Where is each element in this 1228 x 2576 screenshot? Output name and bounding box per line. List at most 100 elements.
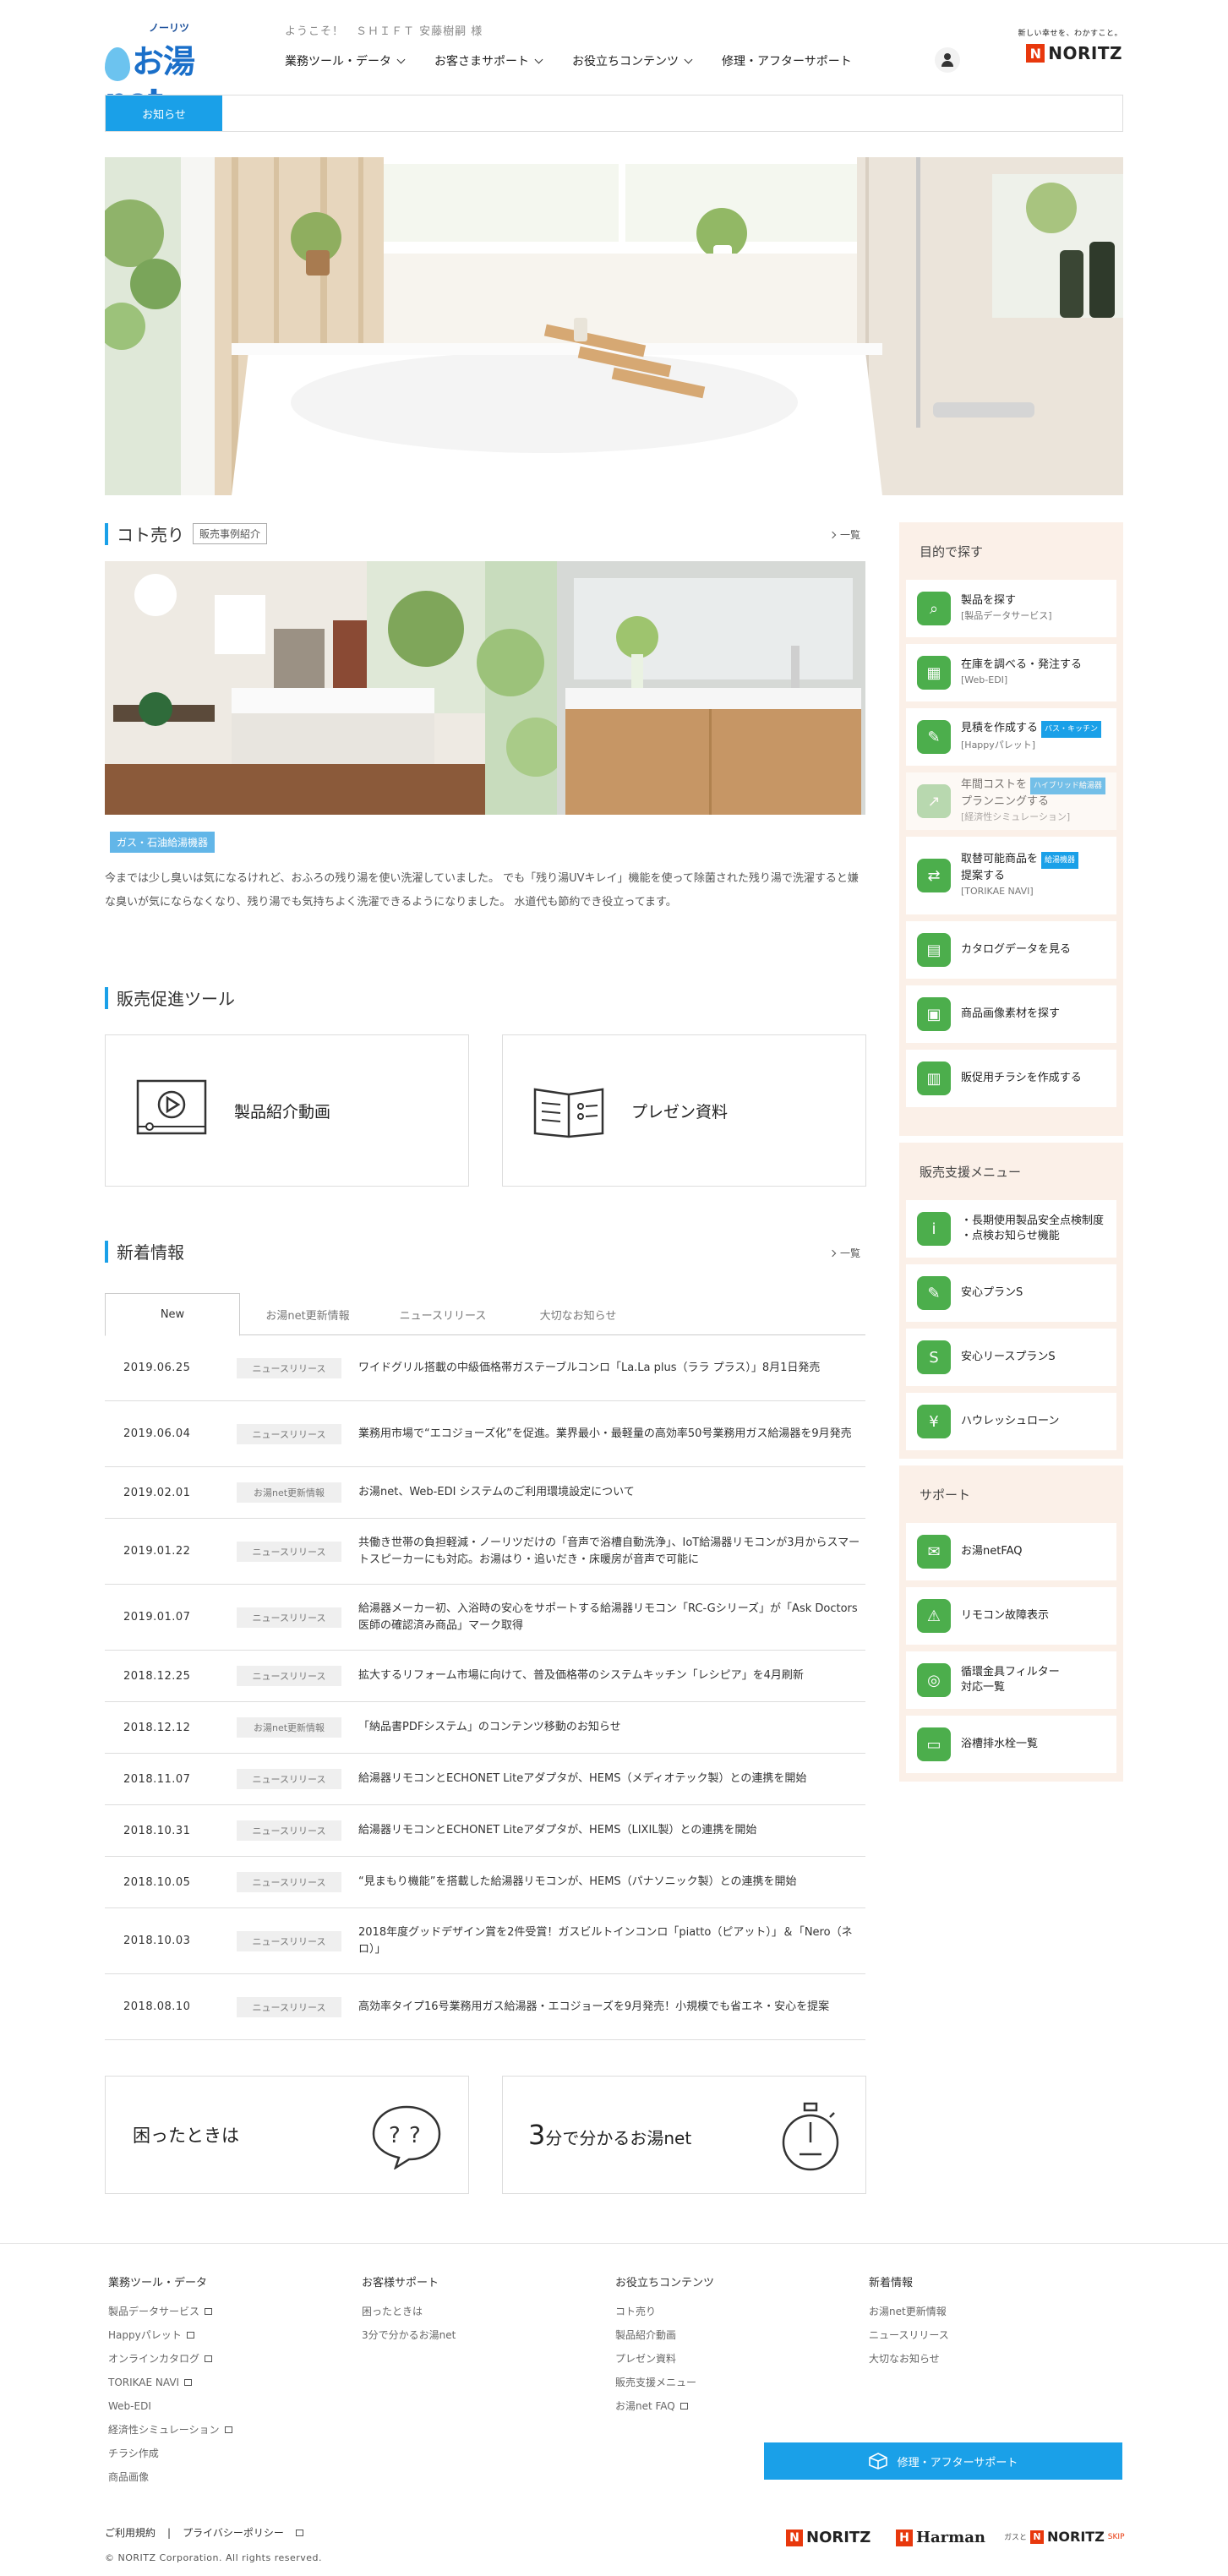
footer-link[interactable]: Happyパレット bbox=[108, 2323, 232, 2347]
footer-link[interactable]: 販売支援メニュー bbox=[615, 2371, 714, 2394]
tab-new[interactable]: New bbox=[105, 1293, 240, 1336]
sidebar-item-flyer[interactable]: ▥ 販促用チラシを作成する bbox=[906, 1050, 1116, 1107]
sidebar-item-find-product[interactable]: ⌕ 製品を探す [製品データサービス] bbox=[906, 580, 1116, 637]
three-minutes-card[interactable]: 3分で分かるお湯net bbox=[502, 2076, 866, 2194]
footer-link-text: オンラインカタログ bbox=[108, 2353, 200, 2365]
tab-site-updates[interactable]: お湯net更新情報 bbox=[240, 1293, 375, 1335]
sidebar-item-label: 販促用チラシを作成する bbox=[961, 1072, 1082, 1084]
stopwatch-icon bbox=[782, 2102, 839, 2171]
sidebar-item-catalog[interactable]: ▤ カタログデータを見る bbox=[906, 921, 1116, 979]
footer-link[interactable]: Web-EDI bbox=[108, 2394, 232, 2418]
news-row[interactable]: 2019.02.01 お湯net更新情報 お湯net、Web-EDI システムのご利… bbox=[105, 1467, 865, 1519]
news-row[interactable]: 2018.11.07 ニュースリリース 給湯器リモコンとECHONET Liteアダ… bbox=[105, 1754, 865, 1805]
privacy-link[interactable]: プライバシーポリシー bbox=[183, 2525, 284, 2540]
loan-icon: ¥ bbox=[917, 1405, 951, 1438]
footer-link[interactable]: 経済性シミュレーション bbox=[108, 2418, 232, 2442]
footer-link[interactable]: 3分で分かるお湯net bbox=[362, 2323, 456, 2347]
sidebar-item-safety-check[interactable]: i ・長期使用製品安全点検制度 ・点検お知らせ機能 bbox=[906, 1200, 1116, 1258]
footer-col-title: 業務ツール・データ bbox=[108, 2277, 208, 2289]
notice-bar[interactable]: お知らせ bbox=[105, 95, 1123, 132]
koto-section-heading: コト売り 販売事例紹介 bbox=[105, 521, 268, 546]
koto-image[interactable] bbox=[105, 561, 865, 815]
news-row[interactable]: 2018.12.12 お湯net更新情報 「納品書PDFシステム」のコンテンツ移動の… bbox=[105, 1702, 865, 1754]
news-title: “見まもり機能”を搭載した給湯器リモコンが、HEMS（パナソニック製）との連携を… bbox=[358, 1875, 797, 1888]
noritz-brand-logo[interactable]: 新しい幸せを、わかすこと。 N NORITZ bbox=[1011, 27, 1122, 69]
news-title: 2018年度グッドデザイン賞を2件受賞！ガスビルトインコンロ「piatto（ピア… bbox=[358, 1925, 853, 1956]
footer-link[interactable]: プレゼン資料 bbox=[615, 2347, 714, 2371]
footer-link[interactable]: お湯net更新情報 bbox=[869, 2300, 949, 2323]
repair-support-button[interactable]: 修理・アフターサポート bbox=[764, 2442, 1122, 2480]
nav-business-tools[interactable]: 業務ツール・データ bbox=[285, 52, 406, 69]
sidebar-item-faq[interactable]: ✉ お湯netFAQ bbox=[906, 1523, 1116, 1580]
heading-accent-bar bbox=[105, 1240, 108, 1263]
footer-link[interactable]: お湯net FAQ bbox=[615, 2394, 714, 2418]
sidebar-item-label: 浴槽排水栓一覧 bbox=[961, 1738, 1039, 1750]
sidebar-item-estimate[interactable]: ✎ 見積を作成する バス・キッチン [Happyパレット] bbox=[906, 708, 1116, 766]
sidebar-item-loan[interactable]: ¥ ハウレッシュローン bbox=[906, 1393, 1116, 1450]
promo-section-heading: 販売促進ツール bbox=[105, 985, 235, 1010]
sidebar-item-label: ハウレッシュローン bbox=[961, 1415, 1060, 1427]
news-title: 拡大するリフォーム市場に向けて、普及価格帯のシステムキッチン「レシピア」を4月刷… bbox=[358, 1669, 804, 1682]
footer-link[interactable]: 大切なお知らせ bbox=[869, 2347, 949, 2371]
logo-kana: ノーリツ bbox=[149, 22, 190, 34]
sidebar-item-filter-list[interactable]: ◎ 循環金具フィルター 対応一覧 bbox=[906, 1651, 1116, 1709]
footer-link-text: Web-EDI bbox=[108, 2400, 151, 2412]
news-row[interactable]: 2018.12.25 ニュースリリース 拡大するリフォーム市場に向けて、普及価格帯の… bbox=[105, 1651, 865, 1702]
help-card[interactable]: 困ったときは ? ? bbox=[105, 2076, 469, 2194]
tab-news-release[interactable]: ニュースリリース bbox=[375, 1293, 510, 1335]
news-row[interactable]: 2018.10.31 ニュースリリース 給湯器リモコンとECHONET Liteアダ… bbox=[105, 1805, 865, 1857]
sidebar-item-label: 年間コストを bbox=[961, 778, 1028, 791]
footer-logo-noritz[interactable]: N NORITZ bbox=[786, 2529, 871, 2546]
sidebar-item-label-line2: 提案する bbox=[961, 870, 1006, 882]
news-row[interactable]: 2018.08.10 ニュースリリース 高効率タイプ16号業務用ガス給湯器・エコジョ… bbox=[105, 1974, 865, 2040]
news-title: 給湯器メーカー初、入浴時の安心をサポートする給湯器リモコン「RC-Gシリーズ」が… bbox=[358, 1602, 858, 1632]
sidebar-item-lease-plan[interactable]: S 安心リースプランS bbox=[906, 1329, 1116, 1386]
notice-label: お知らせ bbox=[106, 96, 222, 131]
news-date: 2018.08.10 bbox=[123, 2000, 191, 2013]
footer-link[interactable]: 製品紹介動画 bbox=[615, 2323, 714, 2347]
footer-logo-noritz-skip[interactable]: ガスと N NORITZ SKIP bbox=[1004, 2529, 1125, 2545]
tab-important-notice[interactable]: 大切なお知らせ bbox=[510, 1293, 646, 1335]
sidebar-item-sub: [TORIKAE NAVI] bbox=[961, 886, 1034, 897]
footer-logo-harman[interactable]: H Harman bbox=[896, 2529, 985, 2546]
footer-link[interactable]: 商品画像 bbox=[108, 2465, 232, 2489]
site-logo[interactable]: ノーリツ お湯net bbox=[105, 12, 223, 119]
image-icon: ▣ bbox=[917, 997, 951, 1031]
sidebar-item-drain-plug[interactable]: ▭ 浴槽排水栓一覧 bbox=[906, 1716, 1116, 1773]
footer-link[interactable]: コト売り bbox=[615, 2300, 714, 2323]
external-link-icon bbox=[186, 2332, 194, 2339]
footer-link[interactable]: オンラインカタログ bbox=[108, 2347, 232, 2371]
news-row[interactable]: 2019.06.25 ニュースリリース ワイドグリル搭載の中級価格帯ガステーブルコン… bbox=[105, 1335, 865, 1401]
sidebar-item-cost-planning[interactable]: ↗ 年間コストを ハイブリッド給湯器 プランニングする [経済性シミュレーション] bbox=[906, 772, 1116, 830]
news-row[interactable]: 2019.06.04 ニュースリリース 業務用市場で“エコジョーズ化”を促進。業界最… bbox=[105, 1401, 865, 1467]
news-row[interactable]: 2019.01.22 ニュースリリース 共働き世帯の負担軽減・ノーリツだけの「音声で… bbox=[105, 1519, 865, 1585]
nav-useful-contents[interactable]: お役立ちコンテンツ bbox=[572, 52, 693, 69]
news-row[interactable]: 2019.01.07 ニュースリリース 給湯器メーカー初、入浴時の安心をサポートする… bbox=[105, 1585, 865, 1651]
wrench-icon: ✎ bbox=[917, 1276, 951, 1310]
footer-link[interactable]: ニュースリリース bbox=[869, 2323, 949, 2347]
promo-card-presentation[interactable]: プレゼン資料 bbox=[502, 1034, 866, 1187]
news-row[interactable]: 2018.10.05 ニュースリリース “見まもり機能”を搭載した給湯器リモコンが、… bbox=[105, 1857, 865, 1908]
sidebar-item-label: ・長期使用製品安全点検制度 bbox=[961, 1214, 1105, 1227]
nav-customer-support[interactable]: お客さまサポート bbox=[434, 52, 543, 69]
user-icon[interactable] bbox=[935, 47, 960, 73]
koto-more-link[interactable]: 一覧 bbox=[828, 527, 860, 542]
news-row[interactable]: 2018.10.03 ニュースリリース 2018年度グッドデザイン賞を2件受賞！ガス… bbox=[105, 1908, 865, 1974]
footer-link[interactable]: 製品データサービス bbox=[108, 2300, 232, 2323]
nav-repair-support[interactable]: 修理・アフターサポート bbox=[722, 52, 852, 69]
sidebar-item-anshin-plan[interactable]: ✎ 安心プランS bbox=[906, 1264, 1116, 1322]
news-more-link[interactable]: 一覧 bbox=[828, 1246, 860, 1260]
sidebar-item-images[interactable]: ▣ 商品画像素材を探す bbox=[906, 985, 1116, 1043]
sidebar-item-remote-error[interactable]: ⚠ リモコン故障表示 bbox=[906, 1587, 1116, 1645]
external-link-icon bbox=[184, 2379, 193, 2386]
chevron-down-icon bbox=[396, 55, 406, 63]
promo-card-video[interactable]: 製品紹介動画 bbox=[105, 1034, 469, 1187]
sidebar-item-replacement[interactable]: ⇄ 取替可能商品を 給湯機器 提案する [TORIKAE NAVI] bbox=[906, 837, 1116, 914]
copyright: © NORITZ Corporation. All rights reserve… bbox=[105, 2552, 323, 2563]
sidebar-item-stock-order[interactable]: ▦ 在庫を調べる・発注する [Web-EDI] bbox=[906, 644, 1116, 701]
terms-link[interactable]: ご利用規約 bbox=[105, 2525, 156, 2540]
footer-link[interactable]: TORIKAE NAVI bbox=[108, 2371, 232, 2394]
svg-text:?: ? bbox=[389, 2123, 401, 2148]
footer-link[interactable]: チラシ作成 bbox=[108, 2442, 232, 2465]
footer-link[interactable]: 困ったときは bbox=[362, 2300, 456, 2323]
